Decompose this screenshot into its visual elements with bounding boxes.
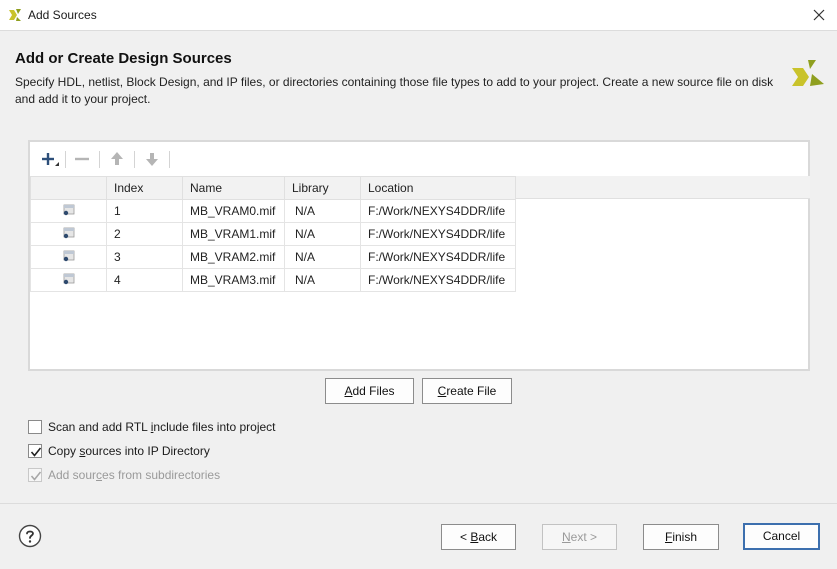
cancel-button[interactable]: Cancel bbox=[743, 523, 820, 550]
table-header-row: Index Name Library Location bbox=[30, 176, 516, 200]
finish-label-post: inish bbox=[672, 530, 698, 544]
copy-sources-label[interactable]: Copy sources into IP Directory bbox=[48, 444, 210, 458]
next-label-post: ext > bbox=[570, 530, 598, 544]
table-row[interactable]: 2 MB_VRAM1.mif N/A F:/Work/NEXYS4DDR/lif… bbox=[30, 222, 516, 246]
add-subdirs-label-post: es from subdirectories bbox=[102, 468, 221, 482]
row-location: F:/Work/NEXYS4DDR/life bbox=[360, 268, 516, 292]
create-file-button[interactable]: Create File bbox=[422, 378, 512, 404]
scan-rtl-label-pre: Scan and add RTL bbox=[48, 420, 151, 434]
create-file-mnemonic: C bbox=[437, 384, 447, 398]
row-index: 2 bbox=[106, 222, 183, 246]
back-button[interactable]: < Back bbox=[441, 524, 516, 550]
sources-toolbar bbox=[30, 142, 808, 176]
footer-divider bbox=[0, 503, 837, 504]
column-header-index[interactable]: Index bbox=[106, 176, 183, 200]
row-icon-cell bbox=[30, 222, 107, 246]
add-subdirs-label: Add sources from subdirectories bbox=[48, 468, 220, 482]
copy-sources-label-pre: Copy bbox=[48, 444, 80, 458]
row-location: F:/Work/NEXYS4DDR/life bbox=[360, 222, 516, 246]
copy-sources-checkbox[interactable] bbox=[28, 444, 42, 458]
copy-sources-label-post: ources into IP Directory bbox=[85, 444, 210, 458]
table-row[interactable]: 4 MB_VRAM3.mif N/A F:/Work/NEXYS4DDR/lif… bbox=[30, 268, 516, 292]
title-bar: Add Sources bbox=[0, 0, 837, 31]
sources-panel: Index Name Library Location 1 MB_VRAM0.m… bbox=[28, 140, 810, 371]
checkmark-icon bbox=[30, 447, 42, 457]
table-row[interactable]: 1 MB_VRAM0.mif N/A F:/Work/NEXYS4DDR/lif… bbox=[30, 199, 516, 223]
add-subdirs-label-pre: Add sour bbox=[48, 468, 97, 482]
scan-rtl-label[interactable]: Scan and add RTL include files into proj… bbox=[48, 420, 276, 434]
help-icon[interactable] bbox=[18, 524, 42, 548]
page-header: Add or Create Design Sources Specify HDL… bbox=[0, 31, 837, 116]
column-header-library[interactable]: Library bbox=[284, 176, 361, 200]
add-files-button[interactable]: Add Files bbox=[325, 378, 414, 404]
row-index: 4 bbox=[106, 268, 183, 292]
row-library[interactable]: N/A bbox=[284, 268, 361, 292]
next-mnemonic: N bbox=[561, 530, 571, 544]
row-icon-cell bbox=[30, 199, 107, 223]
scan-rtl-checkbox[interactable] bbox=[28, 420, 42, 434]
file-icon bbox=[63, 227, 74, 238]
finish-button[interactable]: Finish bbox=[643, 524, 719, 550]
arrow-up-icon[interactable] bbox=[106, 149, 128, 169]
next-button[interactable]: Next > bbox=[542, 524, 617, 550]
vivado-logo-icon bbox=[792, 60, 824, 86]
close-icon[interactable] bbox=[810, 6, 828, 24]
row-index: 1 bbox=[106, 199, 183, 223]
table-row[interactable]: 3 MB_VRAM2.mif N/A F:/Work/NEXYS4DDR/lif… bbox=[30, 245, 516, 269]
file-icon bbox=[63, 204, 74, 215]
row-library[interactable]: N/A bbox=[284, 199, 361, 223]
plus-icon[interactable] bbox=[38, 149, 60, 169]
row-name: MB_VRAM0.mif bbox=[182, 199, 285, 223]
add-files-label-post: dd Files bbox=[352, 384, 395, 398]
row-name: MB_VRAM2.mif bbox=[182, 245, 285, 269]
header-filler bbox=[510, 176, 810, 199]
row-name: MB_VRAM1.mif bbox=[182, 222, 285, 246]
page-description: Specify HDL, netlist, Block Design, and … bbox=[15, 75, 774, 106]
row-icon-cell bbox=[30, 245, 107, 269]
checkmark-icon bbox=[30, 471, 42, 481]
sources-table: Index Name Library Location 1 MB_VRAM0.m… bbox=[30, 176, 516, 292]
scan-rtl-label-post: nclude files into project bbox=[153, 420, 276, 434]
row-library[interactable]: N/A bbox=[284, 222, 361, 246]
file-icon bbox=[63, 250, 74, 261]
column-header-icon bbox=[30, 176, 107, 200]
column-header-location[interactable]: Location bbox=[360, 176, 516, 200]
back-label-post: ack bbox=[478, 530, 498, 544]
row-library[interactable]: N/A bbox=[284, 245, 361, 269]
row-location: F:/Work/NEXYS4DDR/life bbox=[360, 245, 516, 269]
create-file-label-post: reate File bbox=[446, 384, 497, 398]
file-icon bbox=[63, 273, 74, 284]
vivado-logo-icon bbox=[9, 9, 21, 21]
page-title: Add or Create Design Sources bbox=[15, 50, 232, 67]
back-label-pre: < bbox=[459, 530, 471, 544]
column-header-name[interactable]: Name bbox=[182, 176, 285, 200]
minus-icon[interactable] bbox=[71, 149, 93, 169]
cancel-label: Cancel bbox=[762, 529, 801, 543]
arrow-down-icon[interactable] bbox=[141, 149, 163, 169]
row-name: MB_VRAM3.mif bbox=[182, 268, 285, 292]
window-title: Add Sources bbox=[28, 8, 97, 22]
row-location: F:/Work/NEXYS4DDR/life bbox=[360, 199, 516, 223]
add-subdirs-checkbox bbox=[28, 468, 42, 482]
row-index: 3 bbox=[106, 245, 183, 269]
row-icon-cell bbox=[30, 268, 107, 292]
